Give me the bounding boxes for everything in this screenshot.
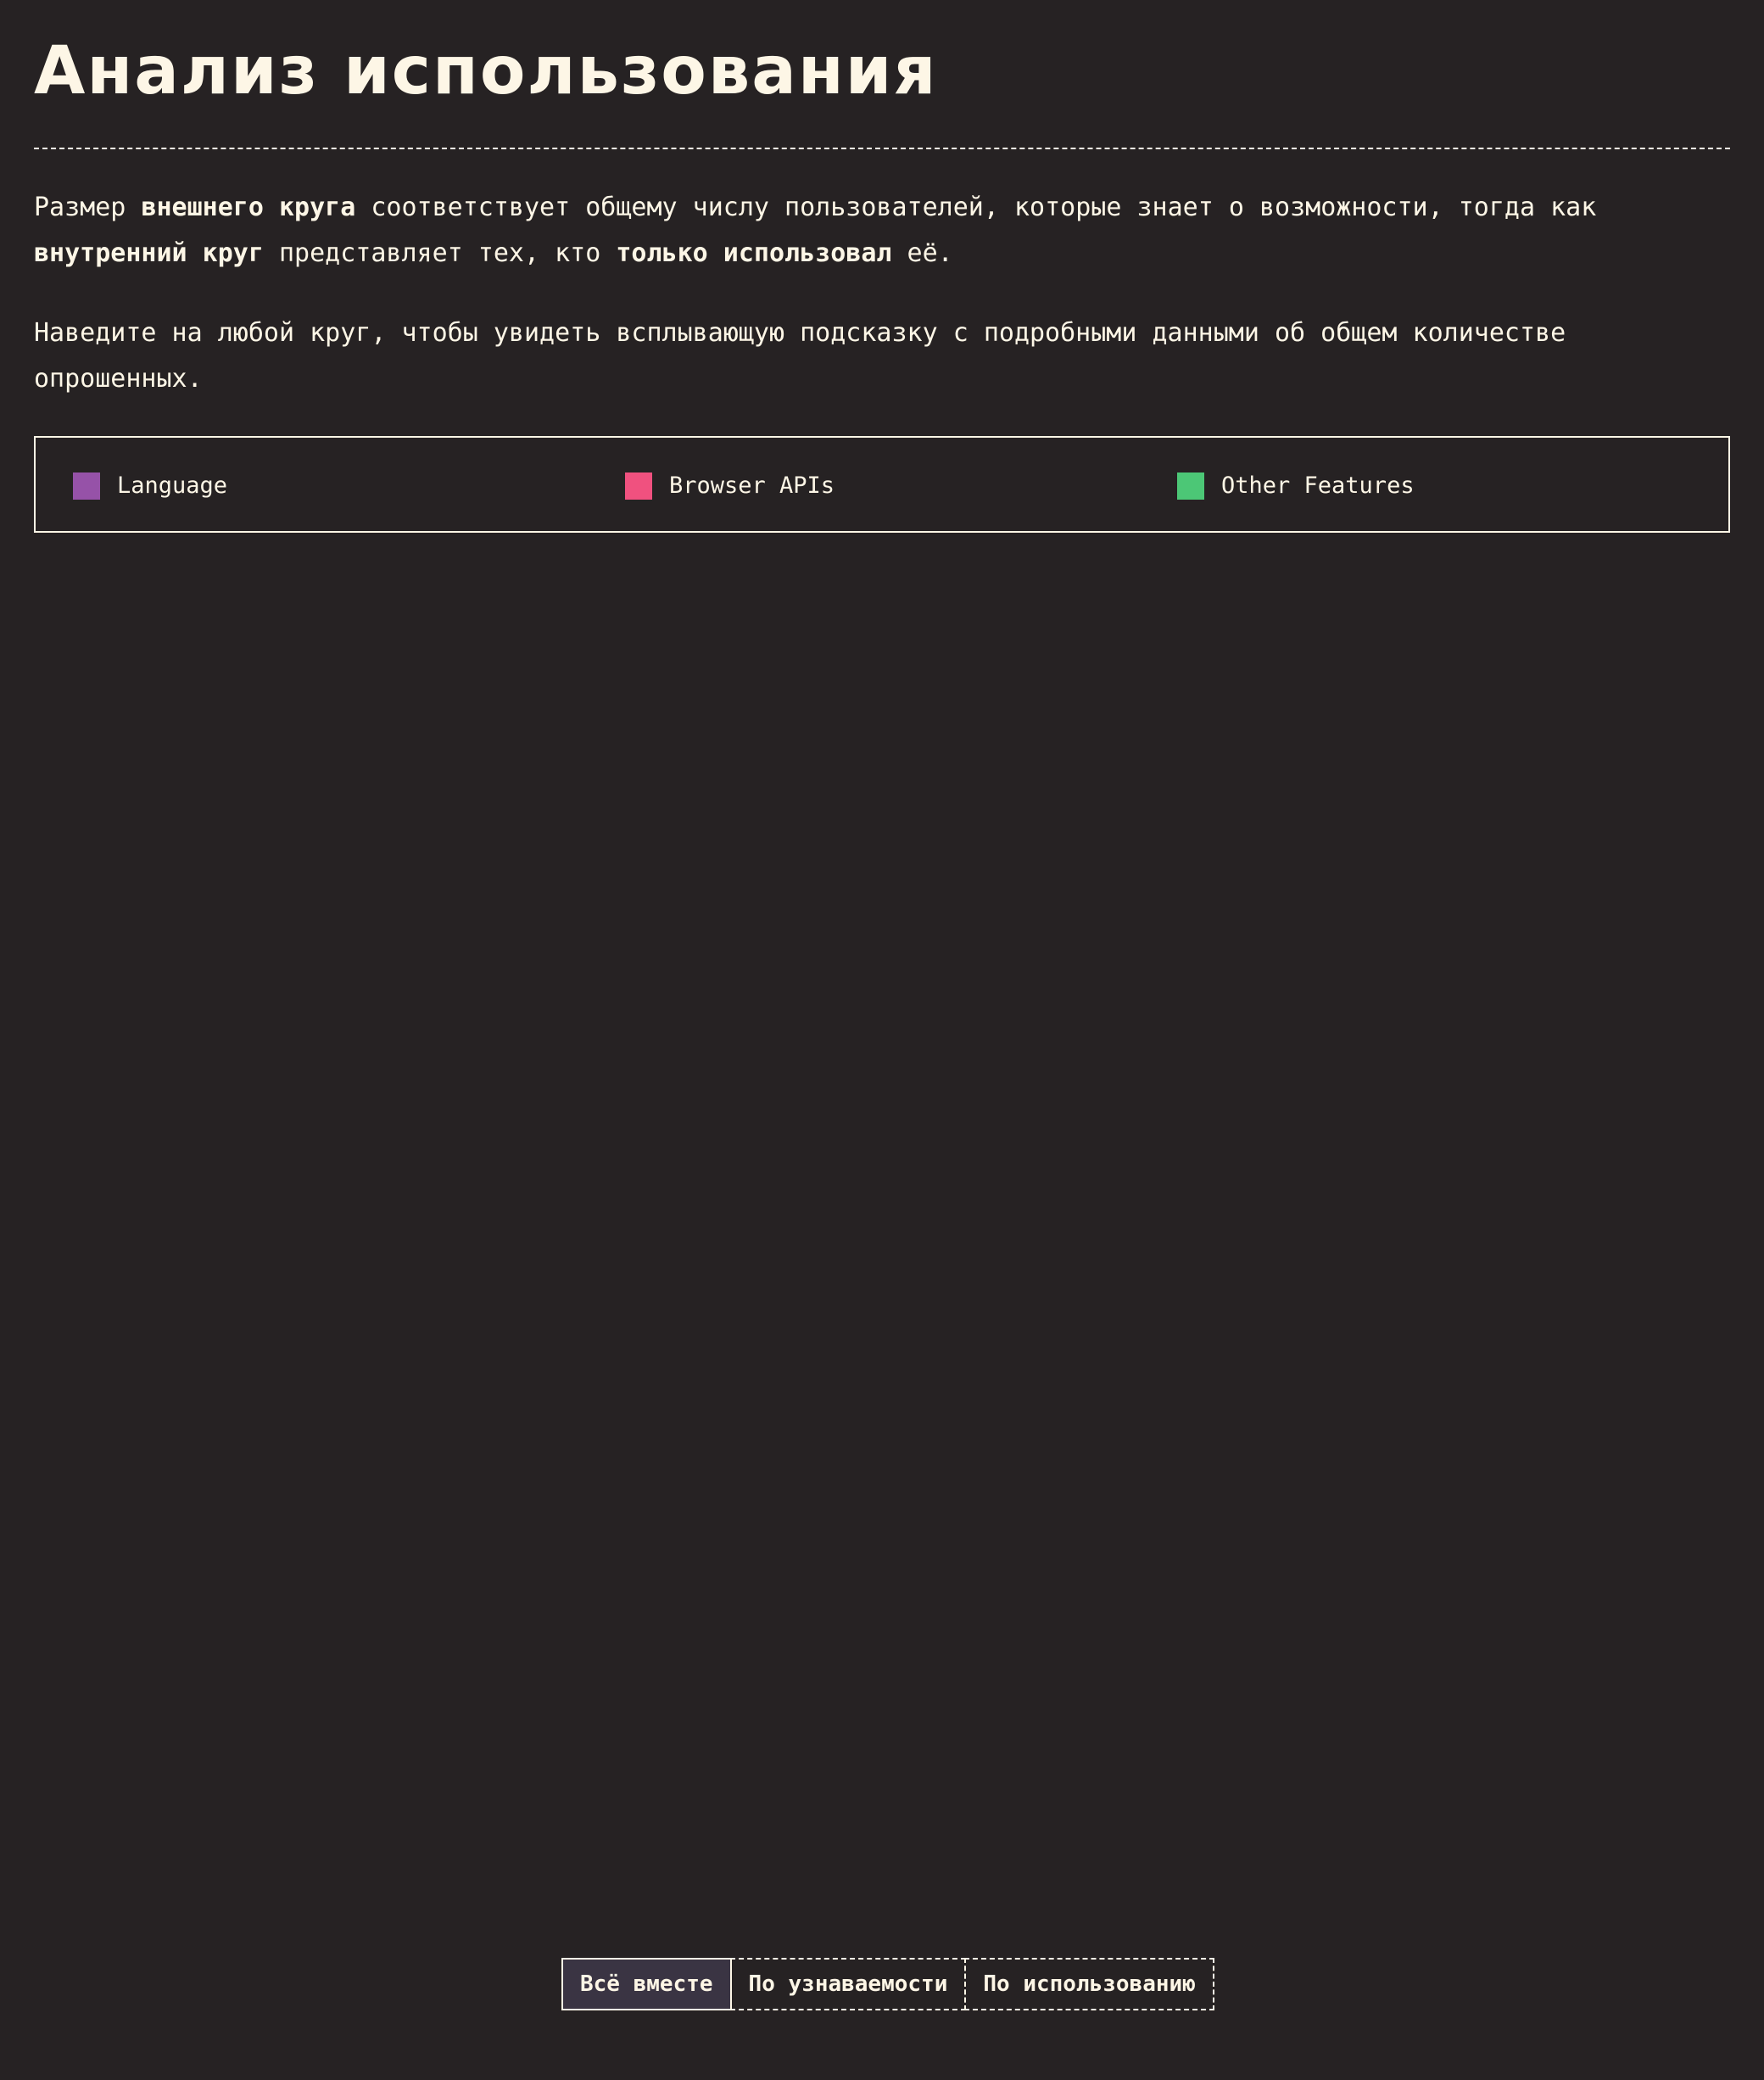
legend-label: Other Features bbox=[1221, 472, 1415, 499]
legend-label: Language bbox=[117, 472, 228, 499]
intro-text: соответствует общему числу пользователей… bbox=[355, 193, 1597, 222]
page-title: Анализ использования bbox=[34, 33, 938, 109]
legend-label: Browser APIs bbox=[669, 472, 835, 499]
intro-paragraph: Размер внешнего круга соответствует обще… bbox=[34, 185, 1645, 277]
toggle-by-usage[interactable]: По использованию bbox=[964, 1958, 1214, 2010]
intro-text: представляет тех, кто bbox=[263, 238, 617, 268]
toggle-all-together[interactable]: Всё вместе bbox=[561, 1958, 732, 2010]
page: Анализ использования Размер внешнего кру… bbox=[34, 0, 1730, 533]
legend-swatch bbox=[625, 472, 652, 500]
intro-text: Размер bbox=[34, 193, 142, 222]
legend-swatch bbox=[1177, 472, 1204, 500]
legend: Language Browser APIs Other Features bbox=[34, 436, 1730, 533]
view-toggle: Всё вместе По узнаваемости По использова… bbox=[561, 1958, 1214, 2010]
legend-item-language: Language bbox=[73, 472, 227, 500]
legend-swatch bbox=[73, 472, 100, 500]
legend-item-browser-apis: Browser APIs bbox=[625, 472, 835, 500]
dashed-divider bbox=[34, 148, 1730, 149]
intro-emphasis-inner: внутренний круг bbox=[34, 238, 264, 268]
hover-hint-paragraph: Наведите на любой круг, чтобы увидеть вс… bbox=[34, 318, 1566, 394]
intro-text: её. bbox=[891, 238, 953, 268]
intro-emphasis-used: только использовал bbox=[616, 238, 892, 268]
intro-emphasis-outer: внешнего круга bbox=[141, 193, 356, 222]
toggle-by-awareness[interactable]: По узнаваемости bbox=[729, 1958, 967, 2010]
legend-item-other-features: Other Features bbox=[1177, 472, 1415, 500]
